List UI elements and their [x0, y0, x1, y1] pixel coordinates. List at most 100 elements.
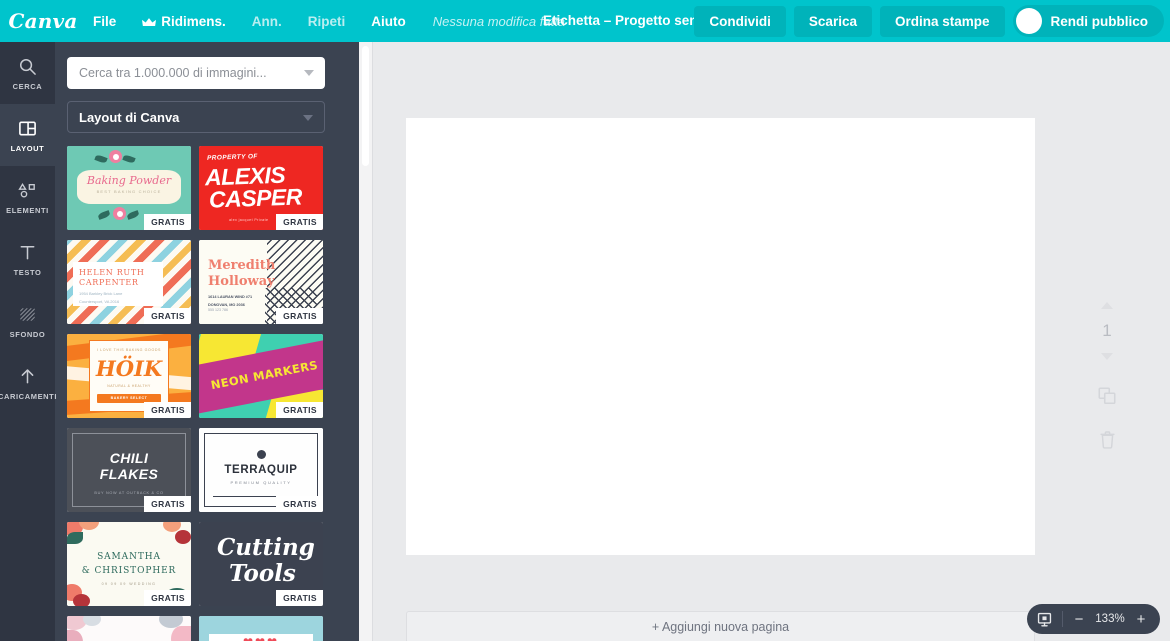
menu-item-file[interactable]: File [80, 8, 129, 35]
sidebar-item-layout[interactable]: LAYOUT [0, 104, 55, 166]
layout-panel: Layout di Canva [55, 42, 359, 641]
template-title: Cutting [217, 534, 315, 561]
heart-icon: ❤ [267, 636, 277, 641]
free-badge: GRATIS [144, 402, 191, 418]
template-phone: 555 123 786 [208, 308, 228, 312]
search-box[interactable] [67, 57, 325, 89]
canva-editor: Canva File Ridimens. Ann. Ripeti Aiuto N… [0, 0, 1170, 641]
sidebar-item-elementi[interactable]: ELEMENTI [0, 166, 55, 228]
add-page-button[interactable]: + Aggiungi nuova pagina [406, 611, 1035, 641]
template-title-2: CASPER [208, 183, 303, 213]
template-thumb-alexis-casper[interactable]: PROPERTY OF ALEXIS CASPER alex jacquet P… [199, 146, 323, 230]
present-icon[interactable] [1036, 611, 1053, 628]
download-button[interactable]: Scarica [793, 5, 872, 37]
template-thumb-terraquip[interactable]: TERRAQUIP PREMIUM QUALITY GRATIS [199, 428, 323, 512]
template-thumb-meredith-holloway[interactable]: Meredith Holloway 1614 LAURAN WIND #71 DO… [199, 240, 323, 324]
template-subtitle: BEST BAKING CHOICE [96, 189, 162, 194]
template-title: SAMANTHA [97, 552, 161, 562]
template-title-2: & CHRISTOPHER [81, 566, 177, 576]
free-badge: GRATIS [276, 214, 323, 230]
make-public-toggle[interactable]: Rendi pubblico [1012, 5, 1164, 37]
template-art: ❤ ❤ ❤ SAVE THE DATE [199, 616, 323, 641]
workspace: 1 + Aggiungi nuova pagina [373, 42, 1170, 641]
sidebar-item-cerca[interactable]: CERCA [0, 42, 55, 104]
chevron-up-icon[interactable] [1101, 302, 1113, 309]
order-prints-button[interactable]: Ordina stampe [879, 5, 1005, 37]
menu-item-resize[interactable]: Ridimens. [129, 8, 239, 35]
make-public-label: Rendi pubblico [1050, 13, 1149, 29]
template-footer: BUY NOW AT OUTBACK & CO [94, 491, 164, 495]
panel-scrollbar[interactable] [359, 42, 373, 641]
search-input[interactable] [67, 58, 292, 88]
sidebar-label-caricamenti: CARICAMENTI [0, 391, 58, 401]
share-button[interactable]: Condividi [694, 5, 786, 37]
header-actions: Condividi Scarica Ordina stampe Rendi pu… [694, 5, 1164, 37]
scrollbar-thumb[interactable] [362, 46, 369, 166]
menu-item-undo[interactable]: Ann. [239, 8, 295, 35]
layout-icon [18, 118, 37, 140]
template-title-2: FLAKES [99, 466, 159, 482]
background-icon [18, 304, 37, 326]
crown-icon [142, 16, 157, 27]
elements-icon [17, 180, 38, 202]
upload-icon [18, 366, 37, 388]
template-subtitle: 09 09 09 WEDDING [101, 582, 157, 586]
zoom-in-button[interactable]: + [1134, 612, 1148, 627]
template-thumb-baking-powder[interactable]: Baking Powder BEST BAKING CHOICE GRATIS [67, 146, 191, 230]
template-thumb-floral-pink[interactable]: THE WEDDING OF Marie & S GRATIS [67, 616, 191, 641]
template-thumb-samantha-christopher[interactable]: SAMANTHA & CHRISTOPHER 09 09 09 WEDDING … [67, 522, 191, 606]
template-thumb-helen-ruth-carpenter[interactable]: HELEN RUTH CARPENTER 1954 Barkley Brick … [67, 240, 191, 324]
page-number: 1 [1102, 321, 1112, 340]
free-badge: GRATIS [144, 590, 191, 606]
template-thumb-cutting-tools[interactable]: Cutting Tools GRATIS [199, 522, 323, 606]
free-badge: GRATIS [144, 214, 191, 230]
canva-logo[interactable]: Canva [0, 9, 80, 33]
free-badge: GRATIS [144, 308, 191, 324]
template-grid: Baking Powder BEST BAKING CHOICE GRATIS … [67, 146, 337, 641]
template-title: HELEN RUTH [79, 268, 145, 277]
template-subtitle: NATURAL & HEALTHY [107, 384, 151, 388]
chevron-down-icon[interactable] [304, 70, 314, 76]
page-controls: 1 [1097, 302, 1117, 449]
sidebar-label-elementi: ELEMENTI [6, 205, 49, 215]
template-subtitle: PREMIUM QUALITY [230, 480, 292, 485]
template-title: TERRAQUIP [224, 464, 298, 476]
template-title-2: CARPENTER [79, 278, 139, 287]
layout-category-select[interactable]: Layout di Canva [67, 101, 325, 133]
heart-icon: ❤ [243, 636, 253, 641]
free-badge: GRATIS [276, 308, 323, 324]
menu-item-help[interactable]: Aiuto [358, 8, 419, 35]
duplicate-page-icon[interactable] [1097, 386, 1117, 406]
free-badge: GRATIS [276, 402, 323, 418]
sidebar-label-sfondo: SFONDO [9, 329, 46, 339]
free-badge: GRATIS [276, 496, 323, 512]
free-badge: GRATIS [144, 496, 191, 512]
sidebar-item-caricamenti[interactable]: CARICAMENTI [0, 352, 58, 414]
zoom-level-value: 133% [1095, 613, 1125, 625]
sidebar-item-sfondo[interactable]: SFONDO [0, 290, 55, 352]
template-title-2: Holloway [208, 274, 275, 289]
menu-item-resize-label: Ridimens. [161, 13, 226, 29]
avatar [1015, 8, 1042, 34]
zoom-out-button[interactable]: − [1072, 612, 1086, 627]
layout-category-value: Layout di Canva [79, 109, 180, 125]
heart-icon: ❤ [255, 636, 265, 641]
sidebar-label-cerca: CERCA [12, 81, 43, 91]
template-thumb-blue-hearts[interactable]: ❤ ❤ ❤ SAVE THE DATE GRATIS [199, 616, 323, 641]
search-icon [18, 56, 37, 78]
left-rail: CERCA LAYOUT ELEMENTI TESTO SFONDO CARIC… [0, 42, 58, 641]
delete-page-icon[interactable] [1099, 430, 1116, 449]
template-thumb-neon-markers[interactable]: NEON MARKERS GRATIS [199, 334, 323, 418]
template-eyebrow: I LOVE THIS BAKING GOODS [96, 348, 162, 352]
menu-item-redo[interactable]: Ripeti [295, 8, 359, 35]
sidebar-item-testo[interactable]: TESTO [0, 228, 55, 290]
template-footer: alex jacquet Private [229, 218, 269, 222]
zoom-bar: − 133% + [1027, 604, 1160, 634]
template-thumb-hoik[interactable]: I LOVE THIS BAKING GOODS HÖIK NATURAL & … [67, 334, 191, 418]
template-thumb-chili-flakes[interactable]: CHILI FLAKES BUY NOW AT OUTBACK & CO GRA… [67, 428, 191, 512]
chevron-down-icon[interactable] [1101, 353, 1113, 360]
template-title: Baking Powder [86, 174, 172, 187]
template-address: 1954 Barkley Brick Lane Countersport, VA … [79, 291, 123, 304]
design-page-1[interactable] [406, 118, 1035, 555]
chevron-down-icon [303, 115, 313, 121]
